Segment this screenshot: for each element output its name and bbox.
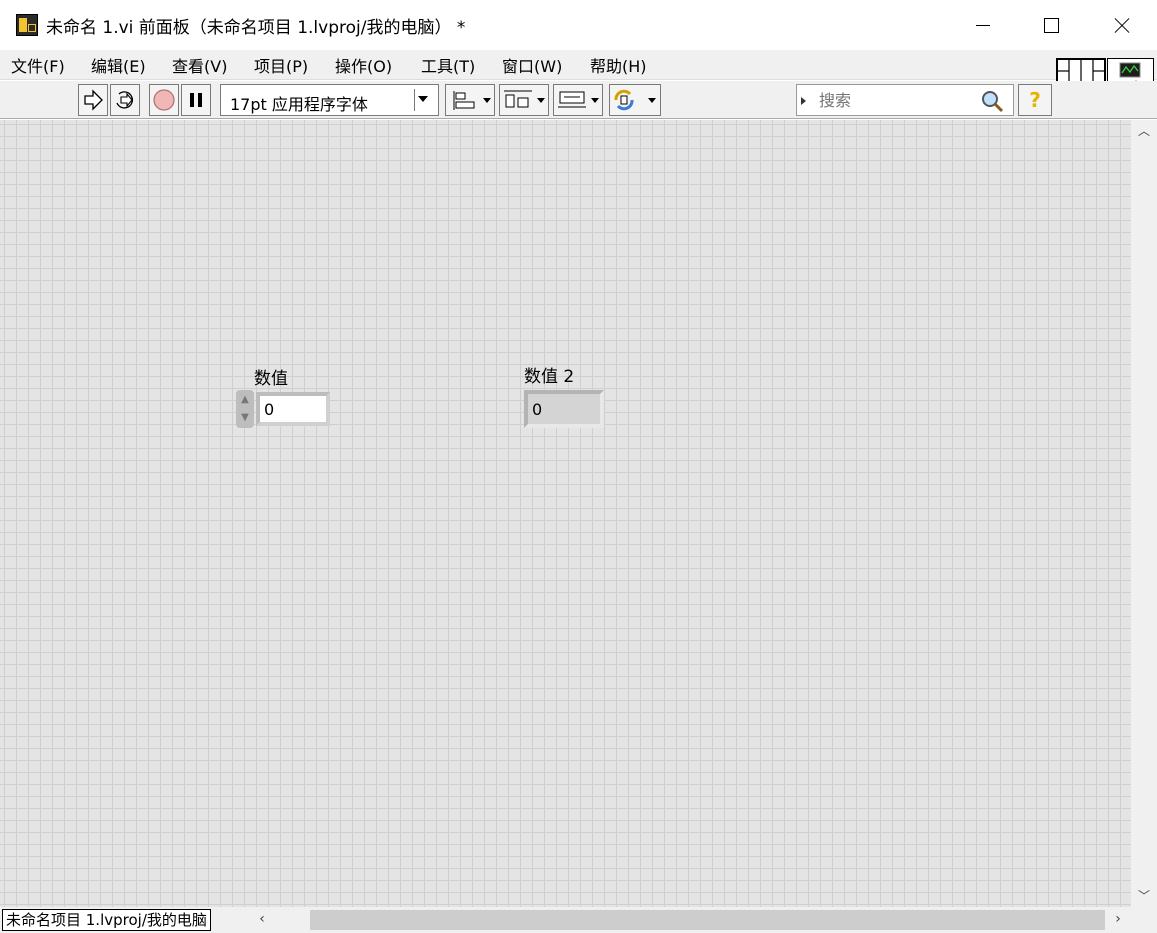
run-button[interactable] <box>78 84 108 116</box>
window-title: 未命名 1.vi 前面板（未命名项目 1.lvproj/我的电脑） * <box>46 18 466 38</box>
distribute-objects-icon <box>504 90 532 108</box>
menu-edit[interactable]: 编辑(E) <box>91 53 146 77</box>
menu-help[interactable]: 帮助(H) <box>590 53 647 77</box>
font-selector[interactable]: 17pt 应用程序字体 <box>220 84 439 116</box>
distribute-objects-button[interactable] <box>499 84 549 116</box>
search-icon[interactable] <box>979 89 1005 113</box>
decrement-arrow-icon[interactable]: ▼ <box>239 410 251 426</box>
close-button[interactable] <box>1086 0 1156 50</box>
pause-button[interactable] <box>181 84 211 116</box>
numeric-indicator-label[interactable]: 数值 2 <box>524 362 574 387</box>
horizontal-scrollbar-thumb[interactable] <box>310 910 1105 930</box>
scroll-left-icon[interactable]: ‹ <box>254 911 270 929</box>
increment-arrow-icon[interactable]: ▲ <box>239 392 251 408</box>
menu-operate[interactable]: 操作(O) <box>335 53 392 77</box>
numeric-indicator-value: 0 <box>532 400 543 419</box>
chevron-down-icon <box>418 96 428 102</box>
menu-file[interactable]: 文件(F) <box>11 53 65 77</box>
abort-button[interactable] <box>149 84 179 116</box>
numeric-control[interactable]: ▲ ▼ 0 <box>236 390 332 428</box>
numeric-control-field[interactable]: 0 <box>256 392 330 426</box>
numeric-control-value[interactable]: 0 <box>264 400 274 419</box>
numeric-control-label[interactable]: 数值 <box>254 364 288 389</box>
minimize-button[interactable] <box>948 0 1018 50</box>
chevron-down-icon <box>537 98 545 103</box>
menu-window[interactable]: 窗口(W) <box>502 53 562 77</box>
menu-view[interactable]: 查看(V) <box>172 53 227 77</box>
run-arrow-icon <box>84 89 103 111</box>
align-objects-button[interactable] <box>445 84 495 116</box>
search-field[interactable] <box>796 84 1014 116</box>
reorder-icon <box>614 89 634 111</box>
run-continuously-button[interactable] <box>110 84 140 116</box>
toolbar: 17pt 应用程序字体 搜索 ? <box>0 81 1157 119</box>
reorder-button[interactable] <box>609 84 661 116</box>
chevron-down-icon <box>483 98 491 103</box>
front-panel-canvas[interactable] <box>0 120 1131 907</box>
bottom-bar: 未命名项目 1.lvproj/我的电脑 ‹ › <box>0 907 1157 933</box>
numeric-indicator[interactable]: 0 <box>524 390 604 428</box>
chevron-down-icon <box>591 98 599 103</box>
increment-decrement-arrows[interactable]: ▲ ▼ <box>236 390 254 428</box>
scroll-right-icon[interactable]: › <box>1110 911 1126 929</box>
resize-objects-button[interactable] <box>553 84 603 116</box>
resize-objects-icon <box>558 91 586 108</box>
scroll-down-icon[interactable]: ﹀ <box>1137 889 1151 903</box>
maximize-button[interactable] <box>1016 0 1086 50</box>
help-icon: ? <box>1029 88 1041 112</box>
title-bar: 未命名 1.vi 前面板（未命名项目 1.lvproj/我的电脑） * <box>0 0 1157 50</box>
menu-bar: 文件(F) 编辑(E) 查看(V) 项目(P) 操作(O) 工具(T) 窗口(W… <box>0 50 1157 80</box>
pause-icon <box>190 93 202 107</box>
stop-icon <box>153 89 175 111</box>
run-continuously-icon <box>116 91 134 109</box>
chevron-down-icon <box>648 98 656 103</box>
menu-project[interactable]: 项目(P) <box>254 53 308 77</box>
menu-tools[interactable]: 工具(T) <box>421 53 475 77</box>
vertical-scrollbar[interactable]: ︿ ﹀ <box>1131 120 1157 907</box>
search-input[interactable] <box>819 89 969 111</box>
font-selector-label: 17pt 应用程序字体 <box>230 95 368 114</box>
labview-vi-icon <box>16 14 38 36</box>
scroll-up-icon[interactable]: ︿ <box>1137 124 1151 138</box>
application-instance-label[interactable]: 未命名项目 1.lvproj/我的电脑 <box>2 909 211 931</box>
align-objects-icon <box>453 91 475 110</box>
context-help-button[interactable]: ? <box>1018 84 1052 116</box>
search-expand-icon <box>801 97 806 105</box>
font-selector-divider <box>414 89 415 111</box>
